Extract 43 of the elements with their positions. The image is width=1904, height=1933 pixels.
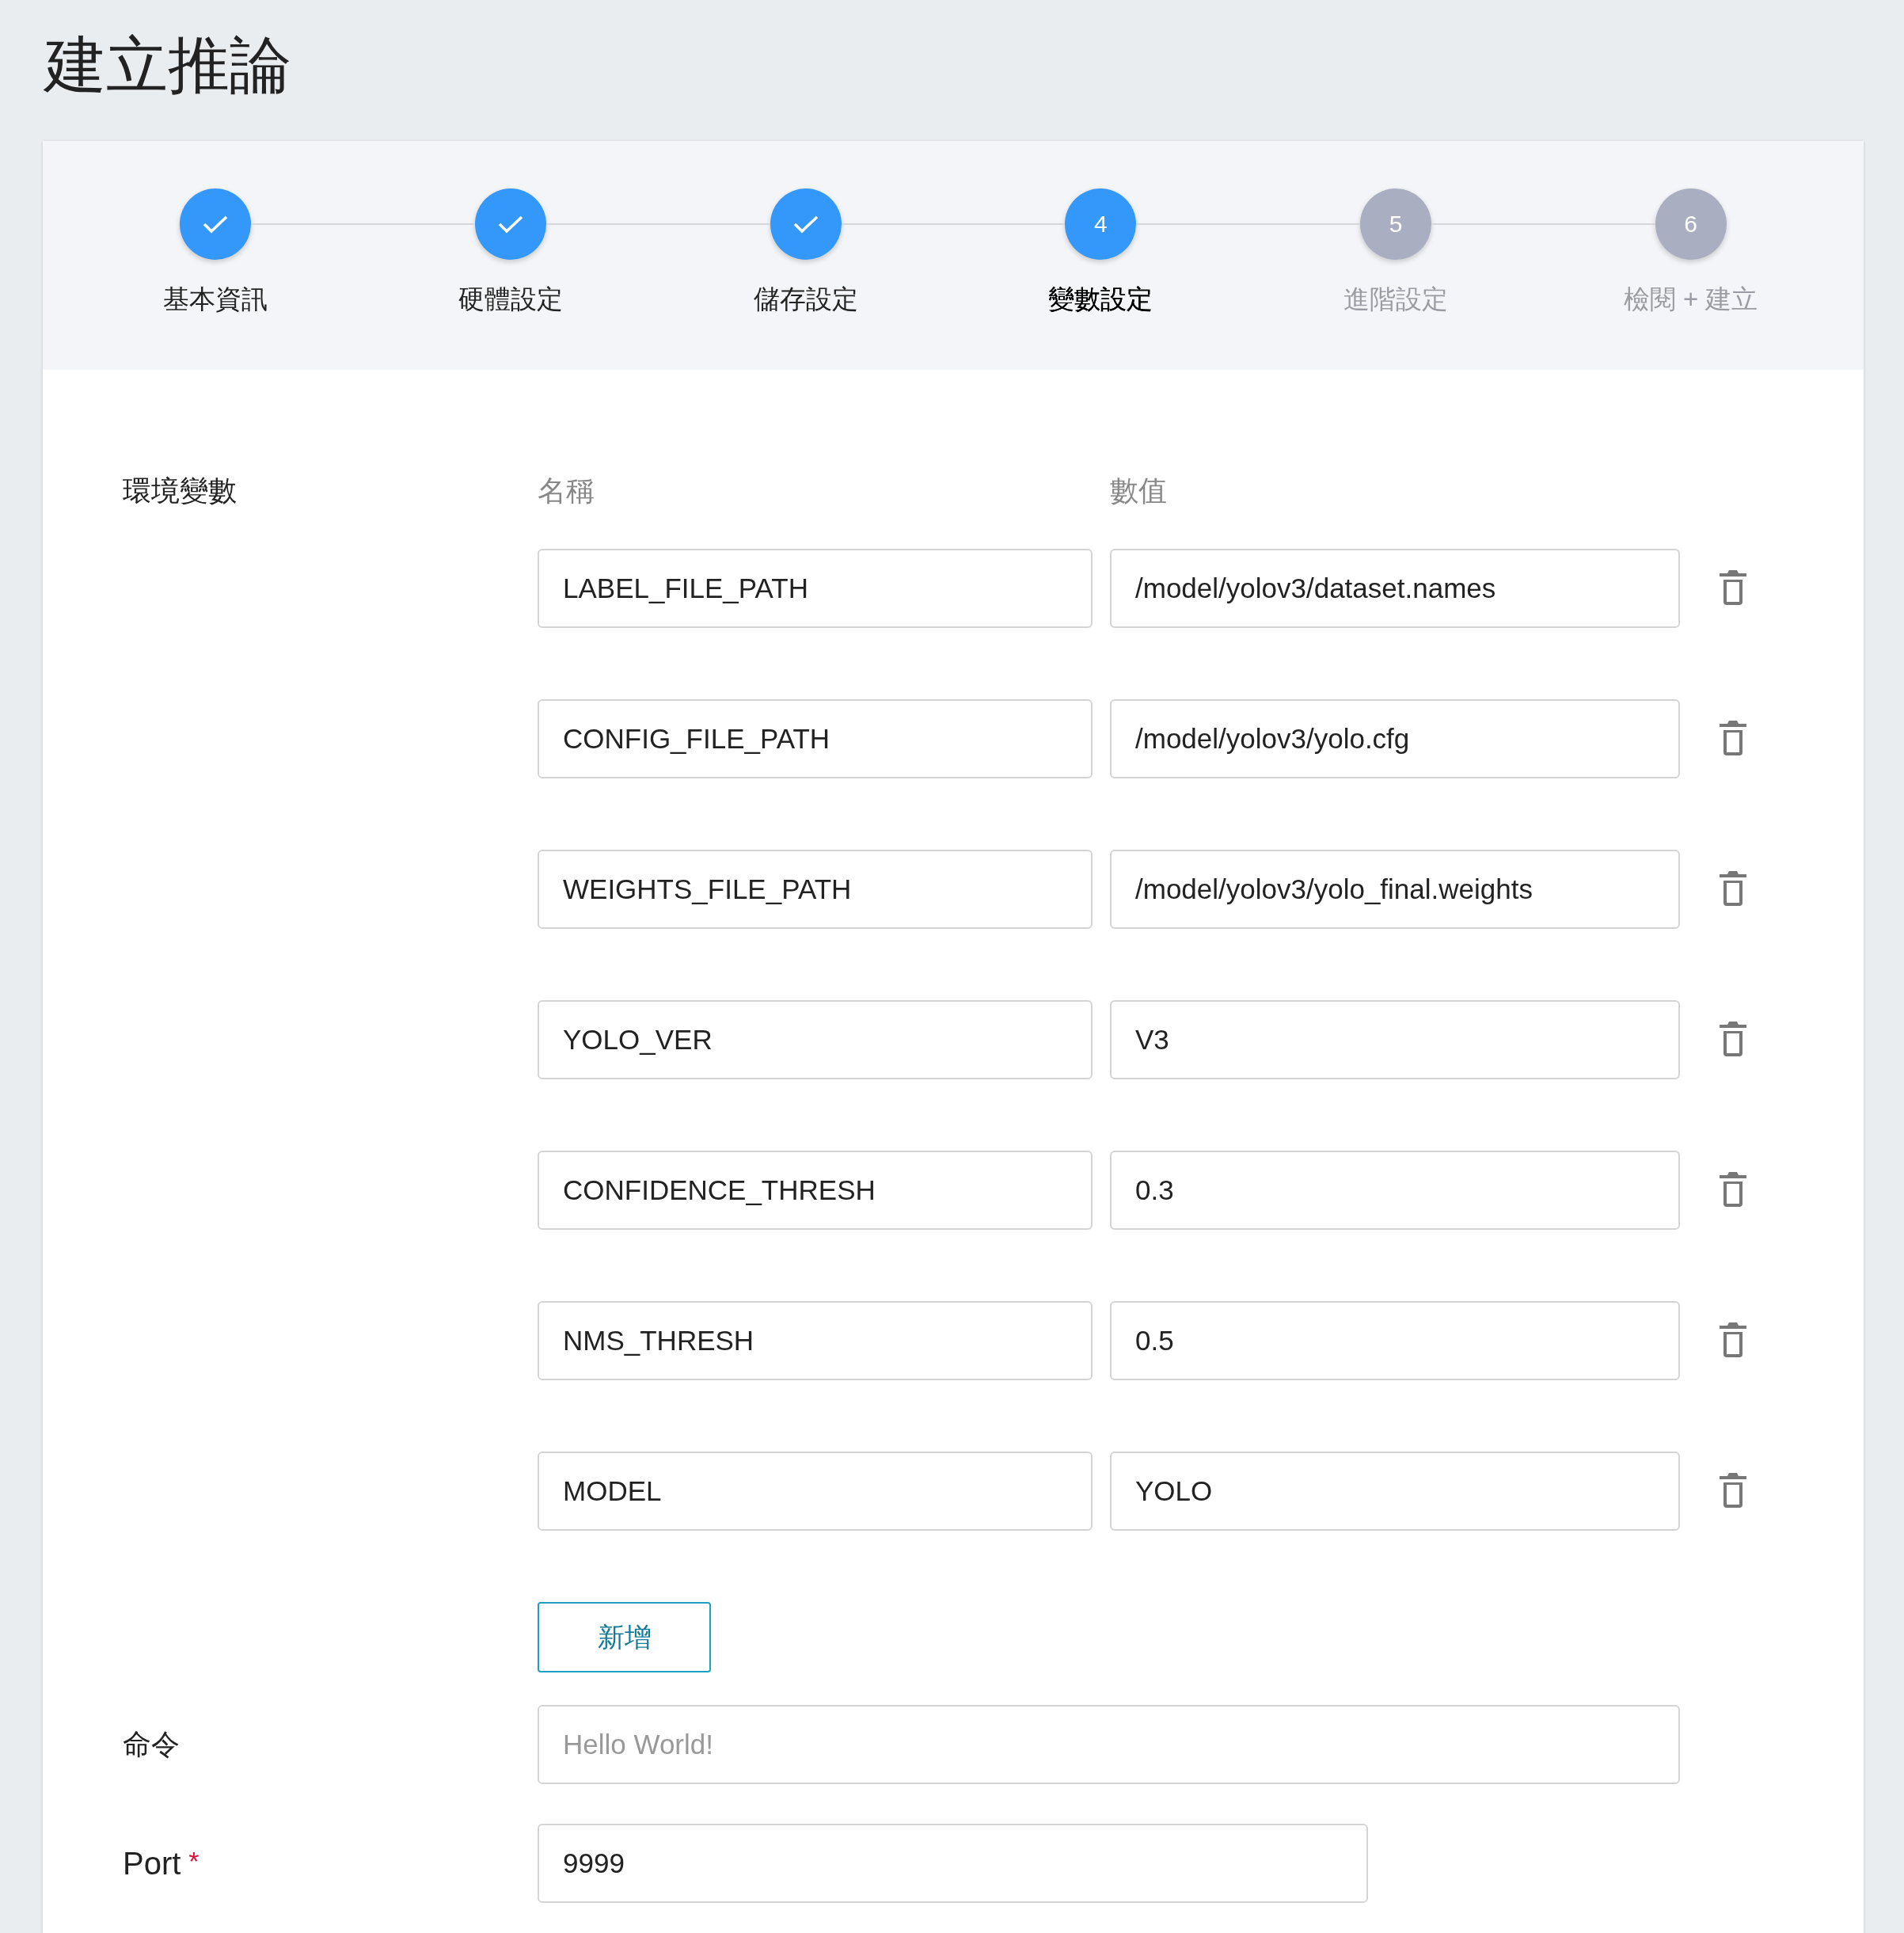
value-field[interactable]: 0.5: [1110, 1301, 1680, 1380]
value-field[interactable]: YOLO: [1110, 1452, 1680, 1531]
value-field[interactable]: /model/yolov3/yolo_final.weights: [1110, 850, 1680, 929]
trash-icon[interactable]: [1720, 870, 1746, 908]
name-field[interactable]: WEIGHTS_FILE_PATH: [538, 850, 1093, 929]
trash-icon[interactable]: [1720, 1472, 1746, 1510]
field-label: Port: [123, 1845, 181, 1881]
name-field[interactable]: NMS_THRESH: [538, 1301, 1093, 1380]
check-icon: [792, 214, 819, 234]
step-number: 4: [1094, 211, 1108, 238]
step-label: 儲存設定: [753, 283, 858, 315]
trash-icon[interactable]: [1720, 1021, 1746, 1059]
step-label: 變數設定: [1048, 283, 1153, 315]
value-field[interactable]: V3: [1110, 1000, 1680, 1079]
value-field[interactable]: 0.3: [1110, 1151, 1680, 1230]
trash-icon[interactable]: [1720, 720, 1746, 758]
check-icon: [497, 214, 524, 234]
step-label: 進階設定: [1343, 283, 1448, 315]
value-field[interactable]: /model/yolov3/dataset.names: [1110, 549, 1680, 628]
section-label: 環境變數: [123, 474, 237, 507]
value-field[interactable]: /model/yolov3/yolo.cfg: [1110, 699, 1680, 778]
check-icon: [202, 214, 230, 234]
step-number: 5: [1389, 211, 1403, 238]
name-field[interactable]: YOLO_VER: [538, 1000, 1093, 1079]
page-title: 建立推論: [43, 29, 292, 101]
column-header: 數值: [1110, 474, 1167, 507]
add-button[interactable]: 新增: [538, 1602, 711, 1672]
column-header: 名稱: [538, 474, 595, 507]
required-mark: *: [188, 1845, 200, 1876]
port-field[interactable]: 9999: [538, 1824, 1368, 1903]
step-label: 檢閱 + 建立: [1623, 283, 1758, 315]
name-field[interactable]: MODEL: [538, 1452, 1093, 1531]
name-field[interactable]: CONFIDENCE_THRESH: [538, 1151, 1093, 1230]
name-field[interactable]: CONFIG_FILE_PATH: [538, 699, 1093, 778]
name-field[interactable]: LABEL_FILE_PATH: [538, 549, 1093, 628]
command-field[interactable]: Hello World!: [538, 1705, 1680, 1784]
trash-icon[interactable]: [1720, 1322, 1746, 1360]
field-label: 命令: [123, 1727, 180, 1760]
step-number: 6: [1684, 211, 1698, 238]
step-label: 硬體設定: [458, 283, 563, 315]
step-label: 基本資訊: [163, 283, 268, 315]
trash-icon[interactable]: [1720, 1171, 1746, 1209]
trash-icon[interactable]: [1720, 569, 1746, 607]
